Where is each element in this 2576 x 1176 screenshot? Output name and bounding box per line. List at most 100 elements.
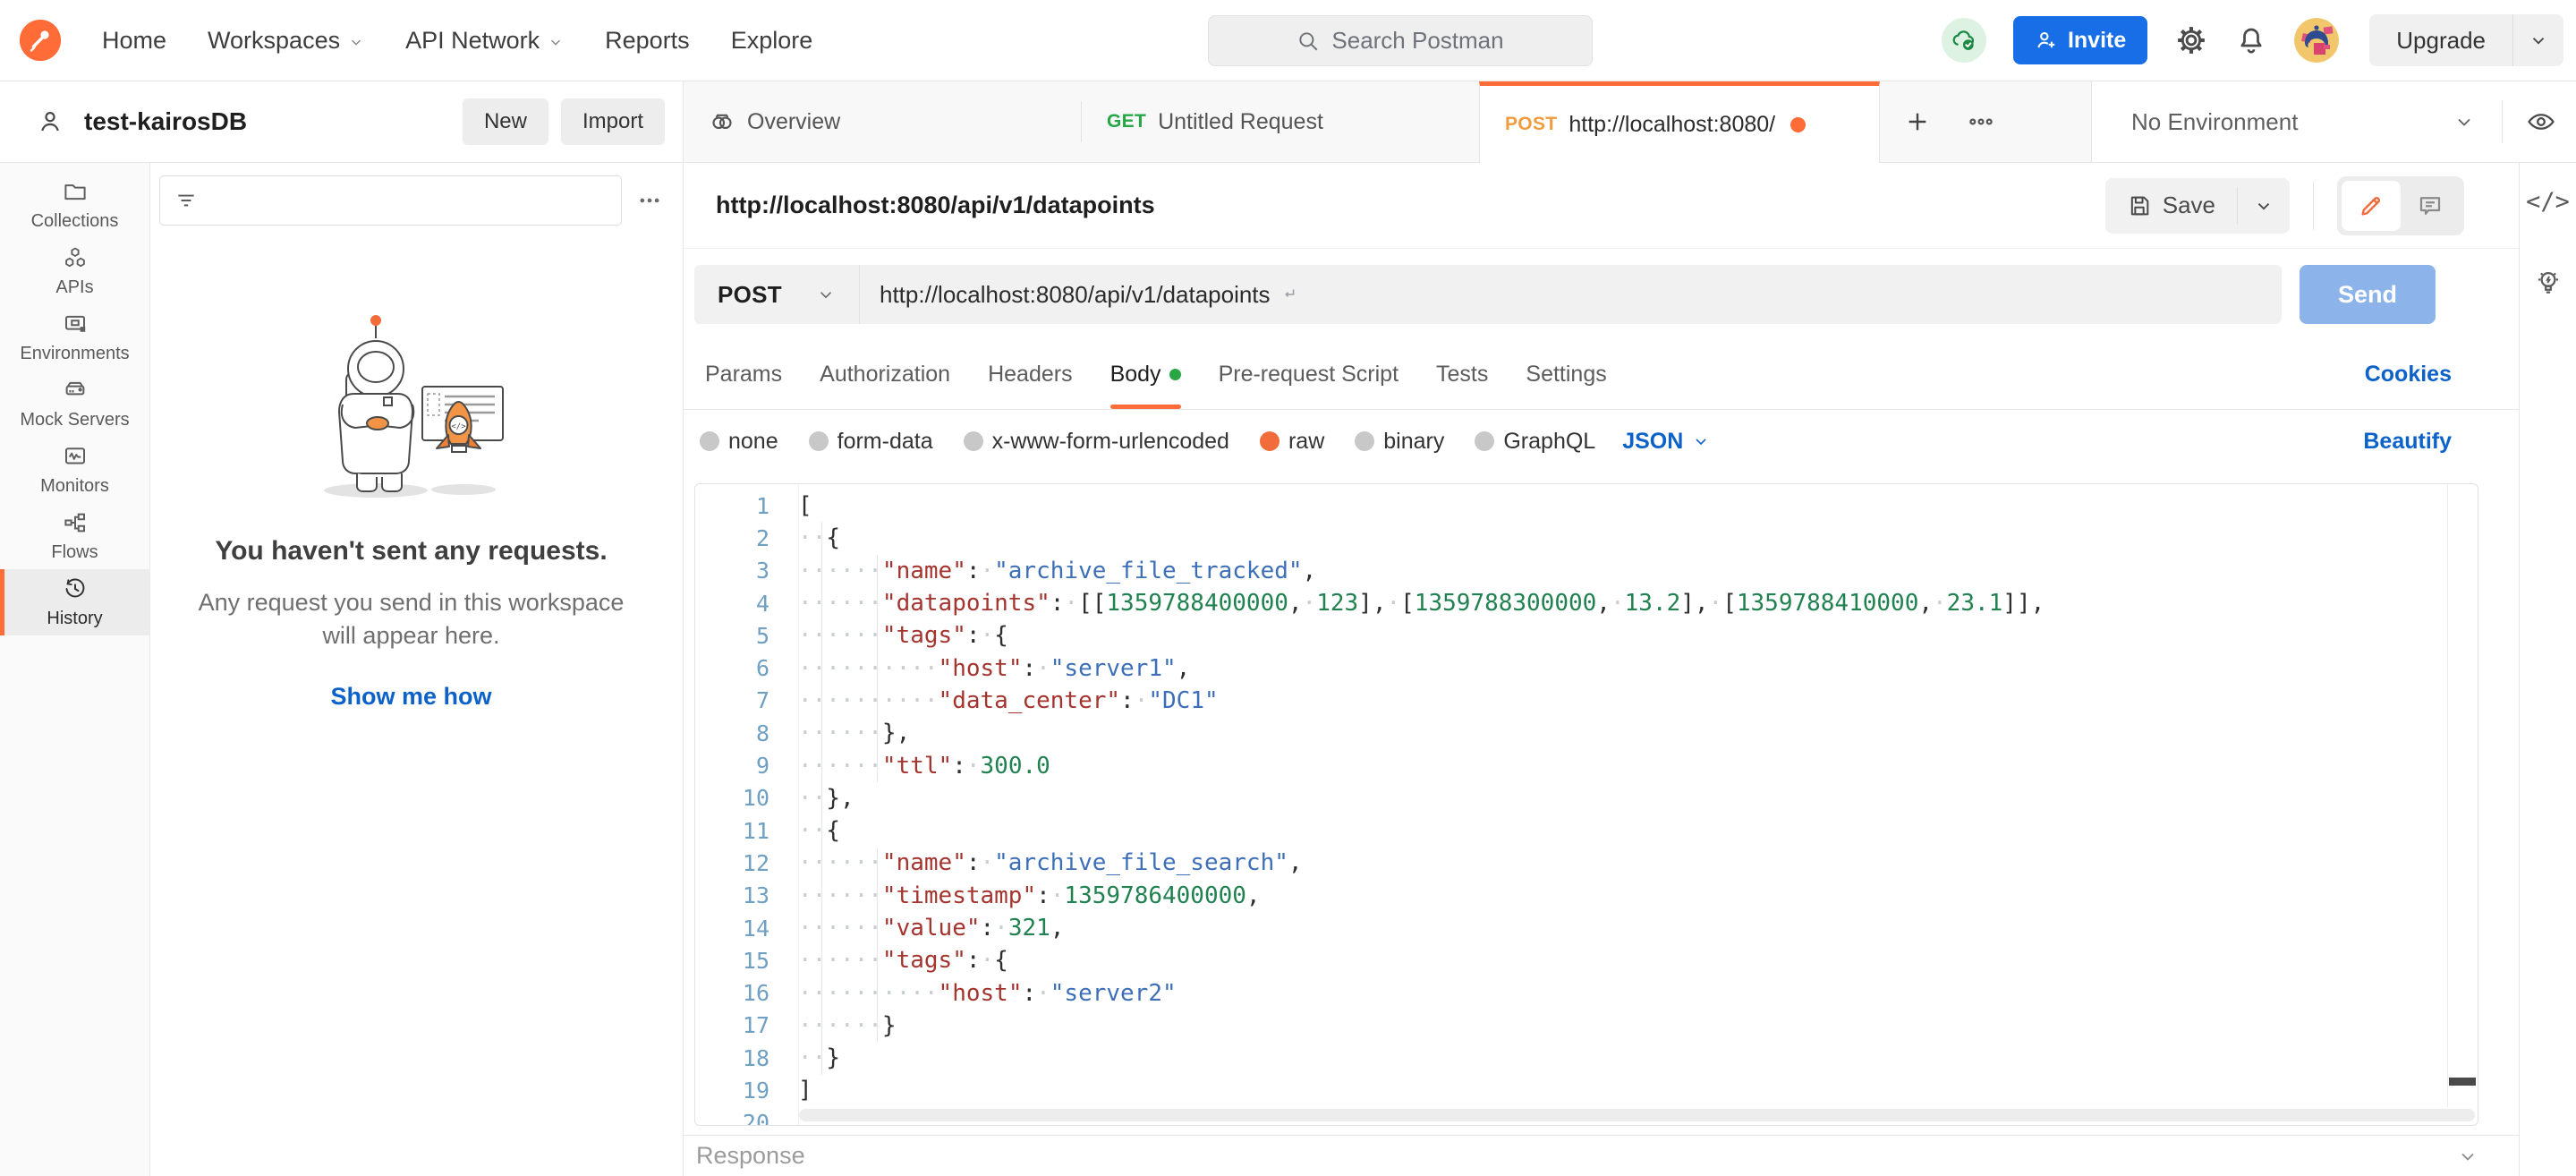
code-token: · bbox=[966, 753, 981, 780]
nav-item-explore[interactable]: Explore bbox=[731, 27, 813, 55]
body-type-radio-form-data[interactable]: form-data bbox=[809, 429, 933, 455]
flows-icon bbox=[62, 509, 89, 536]
sidebar-item-environments[interactable]: Environments bbox=[0, 304, 149, 371]
divider bbox=[2313, 182, 2314, 230]
body-type-radio-none[interactable]: none bbox=[700, 429, 778, 455]
line-number: 2 bbox=[695, 525, 787, 551]
save-button[interactable]: Save bbox=[2105, 178, 2237, 234]
upgrade-button[interactable]: Upgrade bbox=[2369, 14, 2563, 66]
sync-status-icon[interactable] bbox=[1942, 18, 1986, 63]
code-snippet-icon[interactable]: </> bbox=[2526, 188, 2570, 216]
content: CollectionsAPIs Environments Mock ServersM… bbox=[0, 163, 2576, 1176]
cookies-link[interactable]: Cookies bbox=[2365, 362, 2452, 388]
postman-logo-icon[interactable] bbox=[20, 20, 61, 61]
response-section-header[interactable]: Response bbox=[684, 1135, 2519, 1176]
code-line: 15······"tags":·{ bbox=[695, 944, 2478, 976]
body-type-radio-x-www-form-urlencoded[interactable]: x-www-form-urlencoded bbox=[964, 429, 1229, 455]
method-select[interactable]: POST bbox=[694, 265, 859, 324]
workspace-name[interactable]: test-kairosDB bbox=[84, 107, 247, 136]
beautify-link[interactable]: Beautify bbox=[2363, 429, 2452, 455]
tab-post-localhost[interactable]: POST http://localhost:8080/ bbox=[1479, 81, 1880, 163]
upgrade-caret-button[interactable] bbox=[2513, 14, 2563, 66]
body-type-radio-graphql[interactable]: GraphQL bbox=[1475, 429, 1595, 455]
code-line: 18··} bbox=[695, 1042, 2478, 1074]
upgrade-label[interactable]: Upgrade bbox=[2369, 14, 2512, 66]
tab-authorization[interactable]: Authorization bbox=[820, 340, 950, 409]
code-line: 2··{ bbox=[695, 522, 2478, 554]
edit-mode-button[interactable] bbox=[2342, 181, 2401, 231]
settings-gear-icon[interactable] bbox=[2174, 23, 2208, 57]
save-options-button[interactable] bbox=[2238, 178, 2290, 234]
tab-options-icon[interactable] bbox=[1966, 107, 1996, 137]
horizontal-scrollbar[interactable] bbox=[799, 1109, 2475, 1121]
chevron-down-icon[interactable] bbox=[2457, 1146, 2478, 1167]
nav-item-reports[interactable]: Reports bbox=[605, 27, 690, 55]
sidebar-item-mock-servers[interactable]: Mock Servers bbox=[0, 371, 149, 437]
code-content: ··} bbox=[787, 1044, 840, 1071]
tab-headers[interactable]: Headers bbox=[988, 340, 1073, 409]
code-content: ······"timestamp":·1359786400000, bbox=[787, 882, 1261, 909]
notifications-bell-icon[interactable] bbox=[2235, 24, 2267, 56]
lightbulb-icon[interactable] bbox=[2533, 268, 2563, 298]
environment-selector[interactable]: No Environment bbox=[2091, 81, 2576, 163]
filter-input[interactable] bbox=[159, 175, 622, 226]
sidebar-item-collections[interactable]: Collections bbox=[0, 172, 149, 238]
line-number: 5 bbox=[695, 623, 787, 649]
invite-button[interactable]: Invite bbox=[2013, 16, 2147, 64]
add-tab-icon[interactable] bbox=[1903, 107, 1932, 136]
code-token: ······ bbox=[798, 622, 882, 649]
nav-item-api-network[interactable]: API Network bbox=[405, 27, 564, 55]
sidebar-item-monitors[interactable]: Monitors bbox=[0, 437, 149, 503]
code-content: ··········"host":·"server1", bbox=[787, 655, 1190, 682]
code-token: · bbox=[1050, 882, 1065, 909]
import-button[interactable]: Import bbox=[561, 98, 665, 145]
sidebar-item-flows[interactable]: Flows bbox=[0, 503, 149, 569]
tab-pre-request-script[interactable]: Pre-request Script bbox=[1219, 340, 1399, 409]
search-input[interactable]: Search Postman bbox=[1208, 15, 1593, 66]
tab-label: Tests bbox=[1436, 362, 1488, 388]
code-line: 4······"datapoints":·[[1359788400000,·12… bbox=[695, 587, 2478, 619]
line-number: 1 bbox=[695, 493, 787, 519]
tab-overview[interactable]: Overview bbox=[684, 81, 1081, 162]
send-button[interactable]: Send bbox=[2300, 265, 2436, 324]
apis-icon bbox=[62, 244, 89, 271]
chevron-down-icon bbox=[816, 285, 836, 304]
code-content: ······} bbox=[787, 1012, 897, 1039]
nav-item-home[interactable]: Home bbox=[102, 27, 166, 55]
scrollbar-thumb[interactable] bbox=[2449, 1078, 2476, 1086]
raw-language-select[interactable]: JSON bbox=[1622, 429, 1710, 455]
comments-button[interactable] bbox=[2401, 181, 2460, 231]
sidebar-item-apis[interactable]: APIs bbox=[0, 238, 149, 304]
avatar[interactable] bbox=[2294, 18, 2339, 63]
tab-params[interactable]: Params bbox=[705, 340, 782, 409]
sidebar-item-label: Environments bbox=[20, 344, 129, 364]
tab-settings[interactable]: Settings bbox=[1526, 340, 1606, 409]
nav-label: API Network bbox=[405, 27, 540, 55]
new-button[interactable]: New bbox=[463, 98, 548, 145]
tab-untitled-request[interactable]: GET Untitled Request bbox=[1082, 81, 1479, 162]
tab-label: Body bbox=[1110, 362, 1161, 388]
radio-icon bbox=[809, 431, 829, 451]
history-options-icon[interactable] bbox=[636, 187, 663, 214]
sidebar-item-history[interactable]: History bbox=[0, 569, 149, 635]
nav-item-workspaces[interactable]: Workspaces bbox=[208, 27, 364, 55]
code-content: ······"name":·"archive_file_search", bbox=[787, 849, 1303, 876]
tab-body[interactable]: Body bbox=[1110, 340, 1181, 409]
method-badge-post: POST bbox=[1505, 114, 1557, 135]
nav-label: Explore bbox=[731, 27, 813, 55]
code-token: ······ bbox=[798, 915, 882, 942]
code-token: { bbox=[994, 947, 1008, 974]
environment-eye-icon[interactable] bbox=[2526, 107, 2556, 137]
body-type-radio-raw[interactable]: raw bbox=[1260, 429, 1324, 455]
show-me-how-link[interactable]: Show me how bbox=[159, 683, 663, 711]
invite-person-icon bbox=[2035, 29, 2058, 52]
url-input[interactable]: http://localhost:8080/api/v1/datapoints bbox=[860, 281, 1299, 309]
code-token: [ bbox=[1722, 590, 1737, 617]
body-type-radio-binary[interactable]: binary bbox=[1355, 429, 1444, 455]
code-content: ··{ bbox=[787, 524, 840, 551]
radio-icon bbox=[1475, 431, 1494, 451]
tab-tests[interactable]: Tests bbox=[1436, 340, 1488, 409]
code-line: 16··········"host":·"server2" bbox=[695, 976, 2478, 1009]
body-code-editor[interactable]: 1[2··{3······"name":·"archive_file_track… bbox=[694, 483, 2478, 1126]
code-token: ]], bbox=[2002, 590, 2045, 617]
